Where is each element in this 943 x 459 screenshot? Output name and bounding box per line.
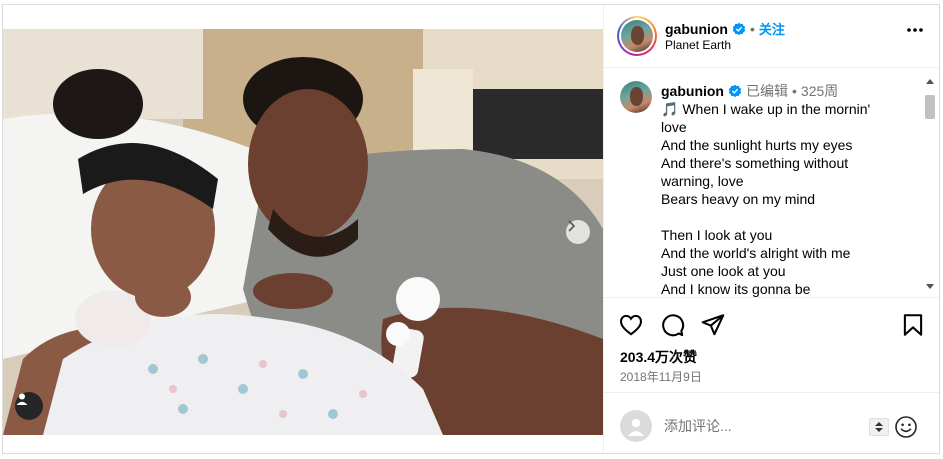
bookmark-icon[interactable]	[900, 312, 926, 338]
verified-badge-icon	[732, 22, 746, 35]
scroll-down-arrow-icon[interactable]	[926, 284, 934, 289]
post-header: gabunion • 关注 Planet Earth	[604, 5, 939, 68]
caption-line: Just one look at you	[661, 263, 786, 279]
author-username[interactable]: gabunion	[665, 21, 728, 37]
post-dialog: gabunion • 关注 Planet Earth gabunion 已编辑 …	[2, 4, 940, 454]
caption-area[interactable]: gabunion 已编辑 • 325周 🎵 When I wake up in …	[604, 69, 939, 298]
avatar-image	[620, 81, 652, 113]
user-placeholder-icon	[628, 418, 644, 436]
heart-icon[interactable]	[618, 312, 644, 338]
caption-line: Bears heavy on my mind	[661, 191, 816, 207]
separator-dot: •	[792, 83, 797, 99]
caption-line: And the sunlight hurts my eyes	[661, 137, 853, 153]
smiley-icon[interactable]	[894, 415, 918, 439]
caption-text: 🎵 When I wake up in the mornin' love And…	[661, 100, 911, 297]
comment-bar	[604, 393, 939, 453]
tagged-users-button[interactable]	[15, 392, 43, 420]
caption-header: gabunion 已编辑 • 325周	[661, 81, 838, 101]
avatar-image	[621, 20, 653, 52]
comment-input[interactable]	[664, 412, 854, 440]
user-icon	[16, 393, 28, 405]
caption-line: And there's something without	[661, 155, 849, 171]
send-icon[interactable]	[700, 312, 726, 338]
separator-dot: •	[750, 20, 755, 37]
caption-avatar[interactable]	[620, 81, 652, 113]
caption-line: love	[661, 119, 687, 135]
caption-line: 🎵 When I wake up in the mornin'	[661, 101, 871, 117]
edited-label: 已编辑	[746, 83, 788, 99]
post-age[interactable]: 325周	[801, 81, 838, 101]
post-photo[interactable]	[3, 29, 603, 435]
comment-icon[interactable]	[659, 312, 685, 338]
caption-username[interactable]: gabunion	[661, 83, 724, 99]
verified-badge-icon	[728, 84, 742, 98]
post-side-panel: gabunion • 关注 Planet Earth gabunion 已编辑 …	[603, 5, 939, 453]
action-bar: 203.4万次赞 2018年11月9日	[604, 298, 939, 393]
like-count[interactable]: 203.4万次赞	[620, 347, 697, 367]
caption-line: Then I look at you	[661, 227, 773, 243]
more-options-icon[interactable]	[906, 27, 924, 33]
caption-line: warning, love	[661, 173, 744, 189]
follow-button[interactable]: 关注	[759, 19, 785, 38]
location-link[interactable]: Planet Earth	[665, 38, 731, 52]
stepper-up-icon[interactable]	[875, 422, 883, 426]
viewer-avatar	[620, 410, 652, 442]
scroll-up-arrow-icon[interactable]	[926, 79, 934, 84]
carousel-next-button[interactable]	[566, 220, 590, 244]
scrollbar-thumb[interactable]	[925, 95, 935, 119]
author-line: gabunion • 关注	[665, 19, 785, 38]
chevron-right-icon	[568, 220, 576, 232]
caption-line: And the world's alright with me	[661, 245, 851, 261]
stepper-down-icon[interactable]	[875, 428, 883, 432]
post-date[interactable]: 2018年11月9日	[620, 368, 702, 385]
photo-illustration	[3, 29, 603, 435]
input-stepper[interactable]	[869, 418, 889, 436]
caption-scrollbar[interactable]	[923, 77, 937, 291]
author-avatar[interactable]	[617, 16, 657, 56]
caption-line: And I know its gonna be	[661, 281, 811, 297]
